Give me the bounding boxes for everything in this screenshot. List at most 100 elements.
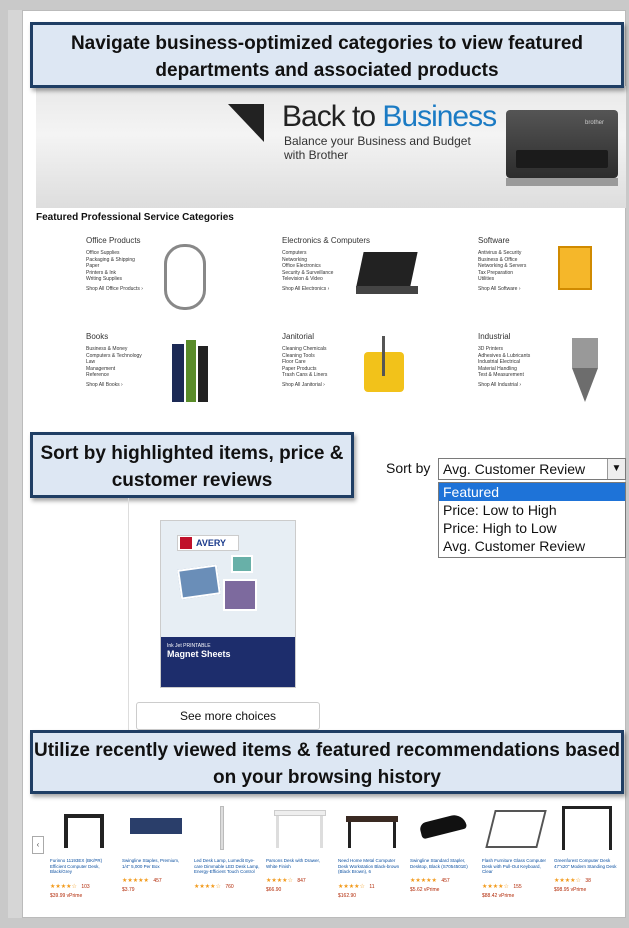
review-count[interactable]: 760 bbox=[225, 884, 233, 890]
review-count[interactable]: 38 bbox=[585, 878, 591, 884]
category-office-products[interactable]: Office Products Office Supplies Packaging … bbox=[86, 236, 266, 316]
metal-desk bbox=[393, 822, 396, 848]
stapler-shape bbox=[418, 812, 468, 840]
staples-box bbox=[130, 818, 182, 834]
glass-desk bbox=[485, 810, 547, 848]
category-title[interactable]: Janitorial bbox=[282, 332, 462, 341]
product-image[interactable]: AVERY Ink Jet PRINTABLE Magnet Sheets bbox=[160, 520, 296, 688]
shop-all-link[interactable]: Shop All Industrial › bbox=[478, 382, 629, 389]
magnet-photo bbox=[223, 579, 257, 611]
category-link[interactable]: Utilities bbox=[478, 276, 629, 283]
sort-option-price-low-high[interactable]: Price: Low to High bbox=[439, 501, 625, 519]
recent-item-card[interactable]: Swingline Standard Stapler, Desktop, Bla… bbox=[410, 800, 476, 916]
printer-tray bbox=[506, 178, 618, 186]
review-count[interactable]: 457 bbox=[153, 878, 161, 884]
sort-option-price-high-low[interactable]: Price: High to Low bbox=[439, 519, 625, 537]
desk-shape bbox=[64, 818, 68, 848]
star-rating-icon: ★★★★☆ bbox=[482, 883, 509, 890]
product-label: Ink Jet PRINTABLE Magnet Sheets bbox=[161, 637, 295, 687]
product-thumbnail[interactable] bbox=[266, 800, 332, 854]
magnet-photo bbox=[177, 564, 221, 600]
category-link[interactable]: Antivirus & Security bbox=[478, 250, 629, 257]
star-rating-icon: ★★★★☆ bbox=[554, 878, 581, 884]
banner-title: Back to Business bbox=[282, 100, 497, 133]
shop-all-link[interactable]: Shop All Software › bbox=[478, 286, 629, 293]
category-title[interactable]: Software bbox=[478, 236, 629, 245]
product-title-link[interactable]: Led Desk Lamp, Lumedit Eye-care Dimmable… bbox=[194, 858, 260, 875]
category-link[interactable]: Industrial Electrical bbox=[478, 359, 629, 366]
review-count[interactable]: 457 bbox=[441, 878, 449, 884]
recent-item-card[interactable]: Greenforest Computer Desk 47"x20" Modern… bbox=[554, 800, 620, 916]
desk-shape bbox=[100, 818, 104, 848]
mop-handle bbox=[382, 336, 385, 376]
product-title-link[interactable]: Swingline Staples, Premium, 1/4" 5,000 P… bbox=[122, 858, 188, 869]
product-thumbnail[interactable] bbox=[554, 800, 620, 854]
review-count[interactable]: 11 bbox=[369, 884, 374, 890]
review-count[interactable]: 103 bbox=[81, 884, 89, 890]
product-thumbnail[interactable] bbox=[122, 800, 188, 854]
product-title-link[interactable]: Swingline Standard Stapler, Desktop, Bla… bbox=[410, 858, 476, 869]
category-link[interactable]: Tax Preparation bbox=[478, 270, 629, 277]
brother-logo-mark bbox=[228, 104, 264, 142]
see-more-choices-button[interactable]: See more choices bbox=[136, 702, 320, 730]
category-link[interactable]: Test & Measurement bbox=[478, 372, 629, 379]
desk-shape bbox=[64, 814, 104, 818]
hero-banner[interactable]: Back to Business Balance your Business a… bbox=[36, 86, 626, 208]
sort-select[interactable]: Avg. Customer Review ▼ bbox=[438, 458, 626, 480]
book-spine bbox=[198, 346, 208, 402]
category-link[interactable]: Business & Office bbox=[478, 257, 629, 264]
carousel-prev-button[interactable]: ‹ bbox=[32, 836, 44, 854]
product-title-link[interactable]: Flash Furniture Glass Computer Desk with… bbox=[482, 858, 548, 875]
sort-label: Sort by bbox=[386, 460, 431, 476]
white-desk bbox=[320, 816, 323, 848]
product-title-link[interactable]: Parsons Desk with Drawer, White Finish bbox=[266, 858, 332, 869]
software-box-icon bbox=[558, 246, 592, 290]
price: $98.95 vPrime bbox=[554, 887, 587, 893]
category-title[interactable]: Office Products bbox=[86, 236, 266, 245]
books-icon bbox=[172, 344, 184, 402]
recent-item-card[interactable]: Need Home Metal Computer Desk Workstatio… bbox=[338, 800, 404, 916]
product-thumbnail[interactable] bbox=[338, 800, 404, 854]
category-books[interactable]: Books Business & Money Computers & Technol… bbox=[86, 332, 266, 412]
category-electronics-computers[interactable]: Electronics & Computers Computers Networki… bbox=[282, 236, 462, 316]
review-count[interactable]: 847 bbox=[297, 878, 305, 884]
category-title[interactable]: Books bbox=[86, 332, 266, 341]
avery-logo: AVERY bbox=[177, 535, 239, 551]
white-desk bbox=[274, 810, 326, 816]
product-thumbnail[interactable] bbox=[482, 800, 548, 854]
sort-dropdown-list[interactable]: Featured Price: Low to High Price: High … bbox=[438, 482, 626, 558]
category-industrial[interactable]: Industrial 3D Printers Adhesives & Lubrica… bbox=[478, 332, 629, 412]
product-thumbnail[interactable] bbox=[50, 800, 116, 854]
sort-option-avg-review[interactable]: Avg. Customer Review bbox=[439, 537, 625, 555]
star-rating-icon: ★★★★☆ bbox=[194, 883, 221, 890]
recent-item-card[interactable]: Parsons Desk with Drawer, White Finish ★★… bbox=[266, 800, 332, 916]
category-janitorial[interactable]: Janitorial Cleaning Chemicals Cleaning Too… bbox=[282, 332, 462, 412]
paperclip-icon bbox=[164, 244, 206, 310]
product-thumbnail[interactable] bbox=[410, 800, 476, 854]
category-title[interactable]: Industrial bbox=[478, 332, 629, 341]
chevron-down-icon[interactable]: ▼ bbox=[607, 459, 625, 479]
recent-item-card[interactable]: Furinno 11193EX (BK/PR) Efficient Comput… bbox=[50, 800, 116, 916]
lamp-shape bbox=[220, 806, 224, 850]
recent-item-card[interactable]: Flash Furniture Glass Computer Desk with… bbox=[482, 800, 548, 916]
product-title-link[interactable]: Greenforest Computer Desk 47"x20" Modern… bbox=[554, 858, 620, 869]
category-link[interactable]: Networking & Servers bbox=[478, 263, 629, 270]
category-title[interactable]: Electronics & Computers bbox=[282, 236, 462, 245]
category-link[interactable]: Adhesives & Lubricants bbox=[478, 353, 629, 360]
price: $66.90 bbox=[266, 887, 282, 893]
product-title-link[interactable]: Furinno 11193EX (BK/PR) Efficient Comput… bbox=[50, 858, 116, 875]
recent-item-card[interactable]: Swingline Staples, Premium, 1/4" 5,000 P… bbox=[122, 800, 188, 916]
sort-option-featured[interactable]: Featured bbox=[439, 483, 625, 501]
category-link[interactable]: 3D Printers bbox=[478, 346, 629, 353]
laptop-icon bbox=[356, 252, 418, 286]
product-title-link[interactable]: Need Home Metal Computer Desk Workstatio… bbox=[338, 858, 404, 875]
price: $5.62 vPrime bbox=[410, 887, 440, 893]
recent-item-card[interactable]: Led Desk Lamp, Lumedit Eye-care Dimmable… bbox=[194, 800, 260, 916]
review-count[interactable]: 155 bbox=[513, 884, 521, 890]
category-software[interactable]: Software Antivirus & Security Business & O… bbox=[478, 236, 629, 316]
price: $3.79 bbox=[122, 887, 135, 893]
banner-subtitle: Balance your Business and Budget with Br… bbox=[284, 134, 471, 162]
callout-navigate: Navigate business-optimized categories t… bbox=[30, 22, 624, 88]
product-thumbnail[interactable] bbox=[194, 800, 260, 854]
category-link[interactable]: Material Handling bbox=[478, 366, 629, 373]
